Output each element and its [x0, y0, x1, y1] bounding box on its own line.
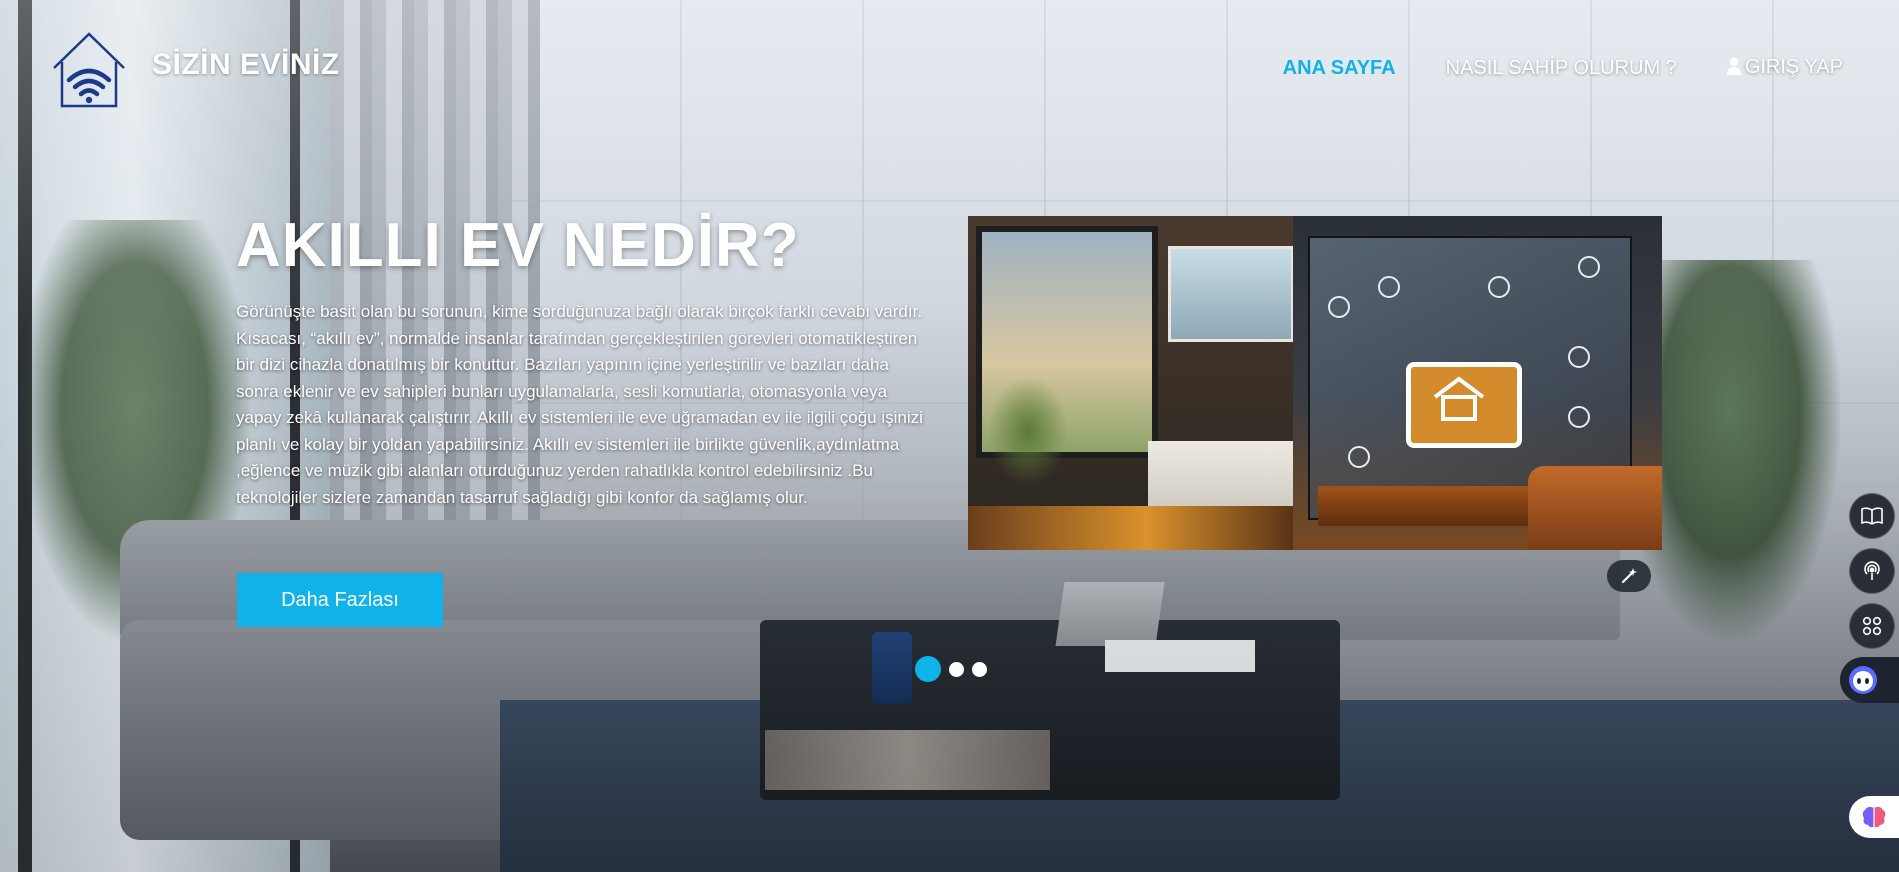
hero-description: Görünüşte basit olan bu sorunun, kime so…: [236, 302, 923, 507]
assistant-face-icon[interactable]: [1840, 657, 1899, 703]
user-icon: [1726, 57, 1741, 81]
broadcast-icon[interactable]: [1849, 548, 1895, 594]
illustration-ui-icon: [1488, 276, 1510, 298]
illustration-ui-icon: [1328, 296, 1350, 318]
illustration-ui-icon: [1568, 406, 1590, 428]
nav-item-home[interactable]: ANA SAYFA: [1283, 57, 1396, 80]
brain-icon[interactable]: [1849, 796, 1899, 838]
illustration-home-card: [1406, 362, 1522, 448]
nav-item-how-to-own[interactable]: NASIL SAHİP OLURUM ?: [1446, 57, 1677, 80]
carousel-dot-1[interactable]: [915, 656, 941, 682]
illustration-table: [1318, 486, 1528, 526]
illustration-sofa: [1528, 466, 1662, 550]
illustration-cabinet: [1168, 246, 1294, 342]
illustration-ui-icon: [1378, 276, 1400, 298]
illustration-plant: [988, 376, 1068, 486]
magic-wand-icon[interactable]: [1607, 560, 1651, 592]
hero-title: AKILLI EV NEDİR?: [236, 211, 800, 280]
wifi-house-icon[interactable]: [50, 30, 128, 110]
more-button[interactable]: Daha Fazlası: [237, 573, 443, 627]
illustration-ui-icon: [1578, 256, 1600, 278]
illustration-floor: [968, 506, 1293, 550]
carousel-indicators: [915, 656, 987, 682]
nav-item-login[interactable]: GIRIŞ YAP: [1726, 56, 1843, 81]
illustration-ui-icon: [1348, 446, 1370, 468]
grid-command-icon[interactable]: [1849, 603, 1895, 649]
smart-home-illustration: [968, 216, 1662, 550]
nav-item-login-label: GIRIŞ YAP: [1744, 56, 1843, 78]
carousel-dot-2[interactable]: [949, 661, 964, 677]
book-icon[interactable]: [1849, 493, 1895, 539]
main-nav: ANA SAYFA NASIL SAHİP OLURUM ? GIRIŞ YAP: [1283, 56, 1843, 81]
brand-name[interactable]: SİZİN EVİNİZ: [152, 48, 340, 82]
illustration-ui-icon: [1568, 346, 1590, 368]
carousel-dot-3[interactable]: [972, 661, 987, 677]
